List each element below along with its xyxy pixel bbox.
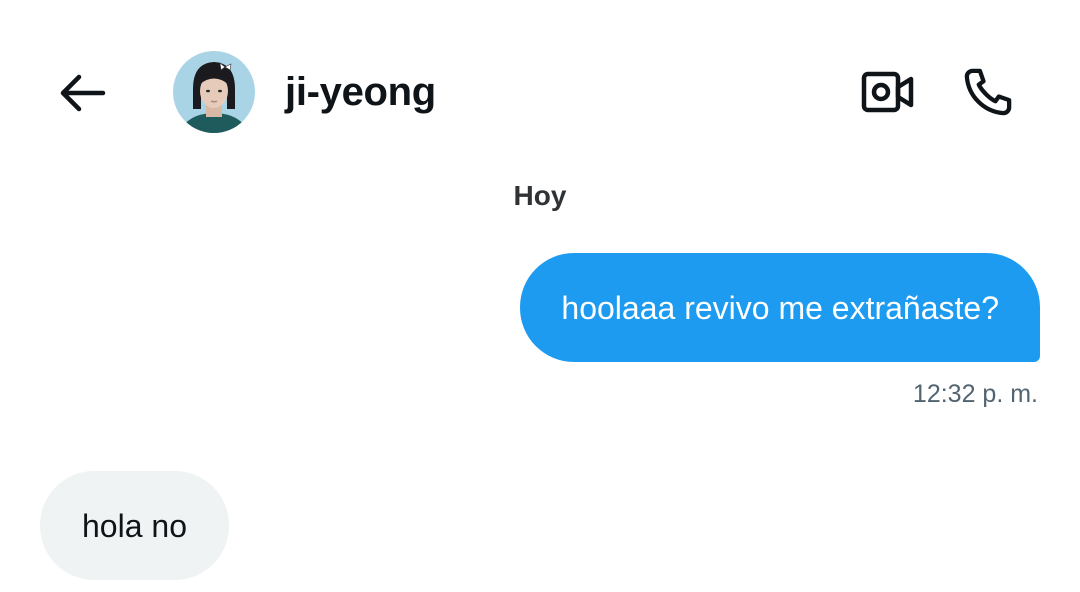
contact-avatar[interactable]	[173, 51, 255, 133]
chat-header: ji-yeong	[0, 0, 1080, 180]
message-text: hola no	[82, 507, 187, 544]
contact-name[interactable]: ji-yeong	[285, 68, 436, 116]
message-timestamp: 12:32 p. m.	[912, 380, 1038, 408]
video-call-button[interactable]	[856, 62, 920, 122]
incoming-message-bubble[interactable]: hola no	[40, 471, 229, 580]
video-camera-icon	[861, 71, 914, 113]
message-text: hoolaaa revivo me extrañaste?	[561, 289, 999, 326]
outgoing-message-bubble[interactable]: hoolaaa revivo me extrañaste?	[520, 253, 1040, 362]
arrow-left-icon	[60, 74, 106, 112]
phone-icon	[964, 68, 1012, 116]
voice-call-button[interactable]	[956, 60, 1020, 124]
back-button[interactable]	[52, 66, 112, 120]
date-separator: Hoy	[513, 180, 567, 211]
